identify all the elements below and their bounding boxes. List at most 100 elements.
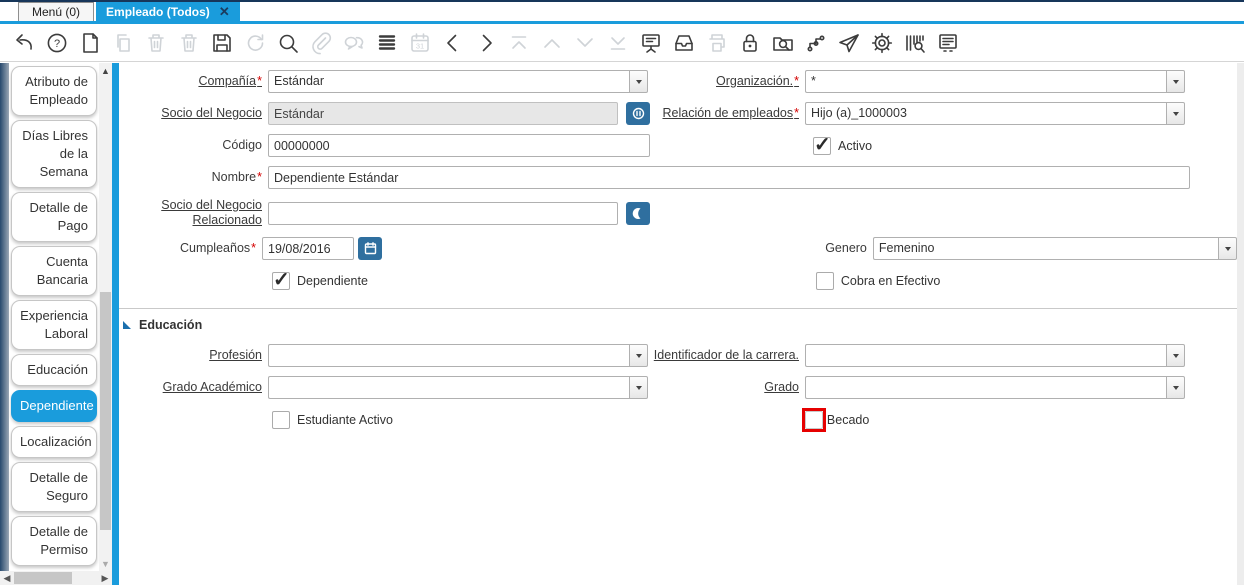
next-record-icon[interactable] — [474, 30, 498, 56]
cumpleanos-label: Cumpleaños — [180, 241, 256, 255]
new-record-icon[interactable] — [78, 30, 102, 56]
grado-academico-label[interactable]: Grado Académico — [163, 380, 262, 394]
becado-label: Becado — [827, 413, 869, 427]
tab-menu-label: Menú (0) — [32, 5, 80, 19]
undo-icon[interactable] — [12, 30, 36, 56]
sidebar-tab-detalle-de-pago[interactable]: Detalle de Pago — [11, 192, 97, 242]
sidebar-scrollbar-thumb[interactable] — [100, 292, 111, 531]
form-row: Estudiante Activo Becado — [119, 408, 1237, 432]
refresh-icon — [243, 30, 267, 56]
preferences-icon[interactable] — [870, 30, 894, 56]
relacion-empleados-label[interactable]: Relación de empleados — [662, 106, 799, 120]
sidebar-tab-educacion[interactable]: Educación — [11, 354, 97, 386]
quick-form-icon[interactable] — [936, 30, 960, 56]
activo-label: Activo — [838, 139, 872, 153]
help-icon[interactable]: ? — [45, 30, 69, 56]
find-record-icon[interactable] — [276, 30, 300, 56]
sidebar-tab-localizacion[interactable]: Localización — [11, 426, 97, 458]
form-row: Socio del Negocio Relacionado — [119, 198, 1237, 228]
sidebar-tab-atributo-de-empleado[interactable]: Atributo de Empleado — [11, 66, 97, 116]
identificador-carrera-combobox[interactable] — [805, 344, 1185, 367]
print-icon — [705, 30, 729, 56]
sidebar-tab-dependiente[interactable]: Dependiente — [11, 390, 97, 422]
horizontal-scrollbar-thumb[interactable] — [14, 572, 72, 584]
grado-combobox[interactable] — [805, 376, 1185, 399]
chevron-down-icon[interactable] — [629, 344, 648, 367]
cumpleanos-field[interactable] — [262, 237, 354, 260]
grado-academico-combobox[interactable] — [268, 376, 648, 399]
compania-label[interactable]: Compañía — [198, 74, 262, 88]
sidebar-tab-cuenta-bancaria[interactable]: Cuenta Bancaria — [11, 246, 97, 296]
business-partner-search-button[interactable] — [626, 202, 650, 225]
organizacion-label[interactable]: Organización. — [716, 74, 799, 88]
archive-icon[interactable] — [672, 30, 696, 56]
socio-negocio-label[interactable]: Socio del Negocio — [161, 106, 262, 120]
save-icon[interactable] — [210, 30, 234, 56]
report-icon[interactable] — [639, 30, 663, 56]
delete-record-icon — [144, 30, 168, 56]
scroll-down-icon[interactable]: ▼ — [99, 558, 112, 570]
scroll-left-icon[interactable]: ◀ — [1, 571, 13, 585]
profesion-label[interactable]: Profesión — [209, 348, 262, 362]
sidebar-tab-experiencia-laboral[interactable]: Experiencia Laboral — [11, 300, 97, 350]
identificador-carrera-label[interactable]: Identificador de la carrera. — [654, 348, 799, 362]
dependiente-checkbox[interactable] — [272, 272, 290, 290]
form-row: Nombre — [119, 166, 1237, 189]
tab-empleado-todos[interactable]: Empleado (Todos) ✕ — [96, 2, 240, 21]
detail-tabs-sidebar: Atributo de EmpleadoDías Libres de la Se… — [9, 63, 99, 571]
chevron-down-icon[interactable] — [629, 70, 648, 93]
sidebar-tab-dias-libres-de-la-semana[interactable]: Días Libres de la Semana — [11, 120, 97, 188]
chat-icon — [342, 30, 366, 56]
socio-negocio-relacionado-field[interactable] — [268, 202, 618, 225]
window-left-border — [0, 63, 9, 571]
chevron-down-icon[interactable] — [1166, 344, 1185, 367]
scroll-right-icon[interactable]: ▶ — [99, 571, 111, 585]
sidebar-tab-detalle-de-permiso[interactable]: Detalle de Permiso — [11, 516, 97, 566]
send-mail-icon[interactable] — [837, 30, 861, 56]
profesion-combobox[interactable] — [268, 344, 648, 367]
toolbar: ?31 — [0, 24, 1244, 62]
form-row: Compañía Estándar Organización. * — [119, 70, 1237, 93]
workflow-icon[interactable] — [804, 30, 828, 56]
form-row: Cumpleaños Genero Femenino — [119, 237, 1237, 260]
window-tab-bar: Menú (0) Empleado (Todos) ✕ — [0, 0, 1244, 24]
collapse-triangle-icon[interactable] — [123, 321, 131, 329]
genero-combobox[interactable]: Femenino — [873, 237, 1237, 260]
tab-menu[interactable]: Menú (0) — [18, 2, 94, 21]
calendar-picker-icon[interactable] — [358, 237, 382, 260]
relacion-empleados-combobox[interactable]: Hijo (a)_1000003 — [805, 102, 1185, 125]
zoom-across-icon[interactable] — [771, 30, 795, 56]
codigo-field[interactable] — [268, 134, 650, 157]
svg-text:?: ? — [54, 38, 60, 50]
chevron-down-icon[interactable] — [1166, 102, 1185, 125]
chevron-down-icon[interactable] — [1166, 70, 1185, 93]
compania-combobox[interactable]: Estándar — [268, 70, 648, 93]
organizacion-combobox[interactable]: * — [805, 70, 1185, 93]
sidebar-horizontal-scrollbar[interactable]: ◀ ▶ — [0, 571, 112, 585]
becado-checkbox[interactable] — [805, 411, 823, 429]
nombre-label: Nombre — [212, 170, 262, 184]
education-section-header[interactable]: Educación — [123, 318, 1237, 332]
nombre-field[interactable] — [268, 166, 1190, 189]
genero-label: Genero — [825, 241, 867, 255]
sidebar-scrollbar[interactable]: ▲ ▼ — [99, 63, 112, 571]
socio-negocio-relacionado-label[interactable]: Socio del Negocio Relacionado — [161, 198, 262, 227]
grado-label[interactable]: Grado — [764, 380, 799, 394]
activo-checkbox[interactable] — [813, 137, 831, 155]
previous-record-icon[interactable] — [441, 30, 465, 56]
scroll-up-icon[interactable]: ▲ — [99, 65, 112, 77]
chevron-down-icon[interactable] — [629, 376, 648, 399]
cobra-en-efectivo-checkbox[interactable] — [816, 272, 834, 290]
grid-toggle-icon[interactable] — [375, 30, 399, 56]
chevron-down-icon[interactable] — [1166, 376, 1185, 399]
product-info-icon[interactable] — [903, 30, 927, 56]
dependiente-label: Dependiente — [297, 274, 368, 288]
panel-splitter[interactable] — [112, 63, 119, 585]
chevron-down-icon[interactable] — [1218, 237, 1237, 260]
lock-icon[interactable] — [738, 30, 762, 56]
close-icon[interactable]: ✕ — [219, 4, 230, 20]
business-partner-quick-entry-button[interactable] — [626, 102, 650, 125]
sidebar-tab-detalle-de-seguro[interactable]: Detalle de Seguro — [11, 462, 97, 512]
estudiante-activo-checkbox[interactable] — [272, 411, 290, 429]
main-scrollbar[interactable] — [1237, 63, 1244, 585]
